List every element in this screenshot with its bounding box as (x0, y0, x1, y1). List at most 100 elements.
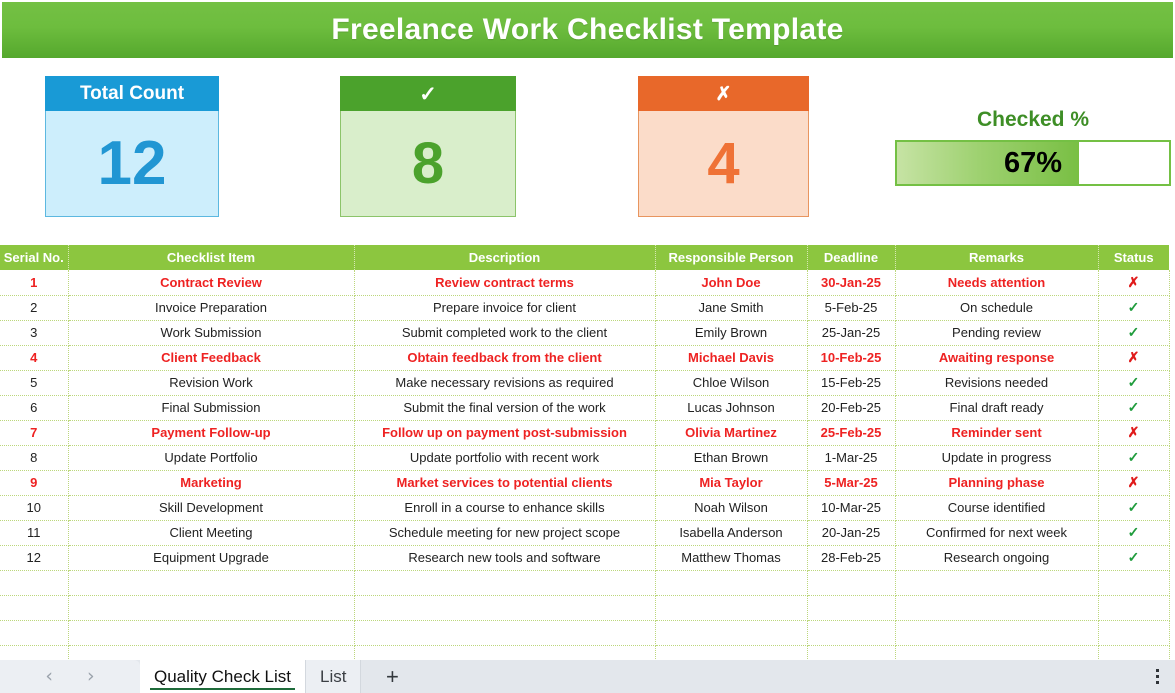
cell-description[interactable]: Make necessary revisions as required (354, 370, 656, 396)
cell-status[interactable]: ✓ (1098, 495, 1170, 521)
cell-deadline[interactable]: 25-Feb-25 (807, 420, 896, 446)
cell-status[interactable]: ✓ (1098, 395, 1170, 421)
cell-status[interactable]: ✓ (1098, 520, 1170, 546)
cell-serial-no[interactable]: 9 (0, 470, 69, 496)
cell-deadline[interactable]: 20-Jan-25 (807, 520, 896, 546)
cell-checklist-item[interactable]: Skill Development (68, 495, 355, 521)
cell-status[interactable]: ✓ (1098, 370, 1170, 396)
column-header-status[interactable]: Status (1098, 245, 1169, 270)
table-row[interactable] (0, 595, 1170, 621)
cell-remarks[interactable]: Pending review (895, 320, 1099, 346)
cell-responsible-person[interactable]: Lucas Johnson (655, 395, 808, 421)
cell-serial-no[interactable]: 3 (0, 320, 69, 346)
cell-serial-no[interactable] (0, 595, 69, 621)
cell-serial-no[interactable]: 6 (0, 395, 69, 421)
cell-description[interactable]: Submit completed work to the client (354, 320, 656, 346)
cell-checklist-item[interactable]: Client Feedback (68, 345, 355, 371)
sheet-tab-list[interactable]: List (305, 660, 362, 693)
cell-description[interactable] (354, 620, 656, 646)
table-row[interactable]: 9 Marketing Market services to potential c… (0, 470, 1170, 496)
table-row[interactable] (0, 620, 1170, 646)
cell-status[interactable]: ✗ (1098, 470, 1170, 496)
cell-responsible-person[interactable]: Jane Smith (655, 295, 808, 321)
cell-deadline[interactable]: 5-Feb-25 (807, 295, 896, 321)
cell-serial-no[interactable] (0, 570, 69, 596)
cell-checklist-item[interactable]: Marketing (68, 470, 355, 496)
cell-serial-no[interactable]: 11 (0, 520, 69, 546)
cell-serial-no[interactable]: 2 (0, 295, 69, 321)
cell-status[interactable]: ✓ (1098, 320, 1170, 346)
cell-serial-no[interactable]: 5 (0, 370, 69, 396)
cell-status[interactable]: ✓ (1098, 295, 1170, 321)
table-row[interactable]: 6 Final Submission Submit the final versio… (0, 395, 1170, 421)
cell-serial-no[interactable]: 12 (0, 545, 69, 571)
cell-responsible-person[interactable]: Emily Brown (655, 320, 808, 346)
kebab-menu-icon[interactable] (1139, 660, 1175, 693)
column-header-checklist-item[interactable]: Checklist Item (68, 245, 355, 270)
cell-serial-no[interactable] (0, 620, 69, 646)
cell-remarks[interactable]: Final draft ready (895, 395, 1099, 421)
cell-deadline[interactable] (807, 570, 896, 596)
column-header-serial-no[interactable]: Serial No. (0, 245, 69, 270)
table-row[interactable] (0, 570, 1170, 596)
cell-deadline[interactable]: 1-Mar-25 (807, 445, 896, 471)
cell-responsible-person[interactable] (655, 620, 808, 646)
cell-remarks[interactable]: Planning phase (895, 470, 1099, 496)
cell-checklist-item[interactable]: Work Submission (68, 320, 355, 346)
table-row[interactable]: 5 Revision Work Make necessary revisions a… (0, 370, 1170, 396)
column-header-remarks[interactable]: Remarks (895, 245, 1099, 270)
cell-remarks[interactable]: Awaiting response (895, 345, 1099, 371)
cell-deadline[interactable]: 10-Feb-25 (807, 345, 896, 371)
column-header-deadline[interactable]: Deadline (807, 245, 896, 270)
cell-remarks[interactable] (895, 595, 1099, 621)
cell-remarks[interactable]: Needs attention (895, 270, 1099, 296)
cell-status[interactable] (1098, 595, 1170, 621)
cell-description[interactable]: Follow up on payment post-submission (354, 420, 656, 446)
cell-remarks[interactable]: Research ongoing (895, 545, 1099, 571)
table-row[interactable]: 11 Client Meeting Schedule meeting for new… (0, 520, 1170, 546)
cell-deadline[interactable]: 30-Jan-25 (807, 270, 896, 296)
cell-remarks[interactable]: Update in progress (895, 445, 1099, 471)
cell-serial-no[interactable]: 1 (0, 270, 69, 296)
cell-responsible-person[interactable]: Chloe Wilson (655, 370, 808, 396)
cell-description[interactable] (354, 595, 656, 621)
cell-remarks[interactable] (895, 620, 1099, 646)
cell-responsible-person[interactable]: Mia Taylor (655, 470, 808, 496)
cell-status[interactable]: ✗ (1098, 345, 1170, 371)
cell-responsible-person[interactable]: Matthew Thomas (655, 545, 808, 571)
cell-deadline[interactable] (807, 620, 896, 646)
cell-description[interactable]: Review contract terms (354, 270, 656, 296)
cell-description[interactable]: Enroll in a course to enhance skills (354, 495, 656, 521)
column-header-responsible-person[interactable]: Responsible Person (655, 245, 808, 270)
column-header-description[interactable]: Description (354, 245, 656, 270)
cell-responsible-person[interactable]: Isabella Anderson (655, 520, 808, 546)
cell-description[interactable]: Update portfolio with recent work (354, 445, 656, 471)
cell-deadline[interactable]: 28-Feb-25 (807, 545, 896, 571)
cell-deadline[interactable]: 25-Jan-25 (807, 320, 896, 346)
cell-responsible-person[interactable] (655, 570, 808, 596)
cell-description[interactable]: Obtain feedback from the client (354, 345, 656, 371)
cell-serial-no[interactable]: 7 (0, 420, 69, 446)
cell-responsible-person[interactable]: Noah Wilson (655, 495, 808, 521)
cell-description[interactable]: Market services to potential clients (354, 470, 656, 496)
cell-checklist-item[interactable]: Update Portfolio (68, 445, 355, 471)
table-row[interactable]: 2 Invoice Preparation Prepare invoice for … (0, 295, 1170, 321)
cell-deadline[interactable]: 15-Feb-25 (807, 370, 896, 396)
cell-responsible-person[interactable]: Olivia Martinez (655, 420, 808, 446)
cell-deadline[interactable]: 5-Mar-25 (807, 470, 896, 496)
add-sheet-button[interactable]: + (361, 660, 423, 693)
cell-checklist-item[interactable]: Revision Work (68, 370, 355, 396)
cell-status[interactable]: ✓ (1098, 445, 1170, 471)
cell-status[interactable]: ✓ (1098, 545, 1170, 571)
cell-serial-no[interactable]: 4 (0, 345, 69, 371)
cell-responsible-person[interactable]: John Doe (655, 270, 808, 296)
table-row[interactable]: 10 Skill Development Enroll in a course to… (0, 495, 1170, 521)
cell-checklist-item[interactable] (68, 570, 355, 596)
cell-serial-no[interactable]: 10 (0, 495, 69, 521)
cell-remarks[interactable]: Revisions needed (895, 370, 1099, 396)
table-row[interactable]: 8 Update Portfolio Update portfolio with r… (0, 445, 1170, 471)
cell-status[interactable] (1098, 570, 1170, 596)
cell-responsible-person[interactable]: Ethan Brown (655, 445, 808, 471)
cell-serial-no[interactable]: 8 (0, 445, 69, 471)
cell-checklist-item[interactable]: Client Meeting (68, 520, 355, 546)
